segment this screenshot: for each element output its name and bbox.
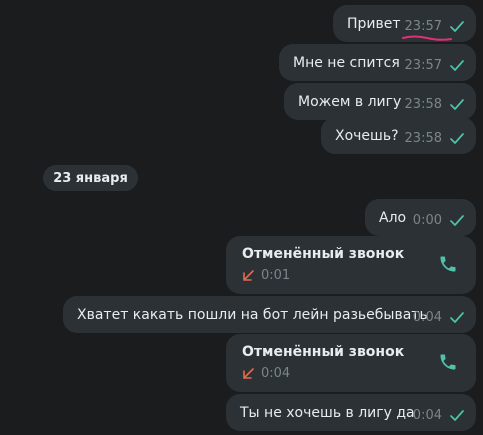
- message-meta: 23:58: [405, 131, 464, 146]
- message-bubble[interactable]: Мне не спится 23:57: [279, 44, 476, 81]
- message-bubble[interactable]: Ты не хочешь в лигу да 0:04: [226, 394, 476, 431]
- message-text: Хочешь?: [335, 128, 399, 144]
- message-text: Ало: [379, 210, 407, 226]
- message-time: 23:58: [404, 97, 442, 112]
- message-bubble[interactable]: Хватет какать пошли на бот лейн разьебыв…: [63, 296, 476, 333]
- call-duration: 0:04: [261, 366, 291, 381]
- message-time: 23:58: [404, 131, 442, 146]
- message-text: Хватет какать пошли на бот лейн разьебыв…: [77, 307, 428, 323]
- message-time: 0:04: [412, 310, 442, 325]
- message-text: Мне не спится: [293, 55, 400, 71]
- check-icon: [450, 312, 464, 323]
- call-duration: 0:01: [261, 268, 291, 283]
- message-time: 0:04: [412, 408, 442, 423]
- message-text: Ты не хочешь в лигу да: [240, 405, 415, 421]
- missed-call-arrow-icon: [243, 270, 254, 281]
- message-time: 23:57: [404, 19, 442, 34]
- call-info: 0:04: [242, 366, 290, 381]
- message-bubble[interactable]: Можем в лигу 23:58: [284, 83, 476, 120]
- check-icon: [450, 133, 464, 144]
- message-time: 23:57: [404, 58, 442, 73]
- message-time: 0:00: [412, 213, 442, 228]
- call-bubble[interactable]: Отменённый звонок 0:04: [226, 334, 476, 392]
- message-meta: 23:57: [405, 19, 464, 34]
- check-icon: [450, 21, 464, 32]
- phone-icon[interactable]: [438, 352, 458, 372]
- call-title: Отменённый звонок: [242, 344, 405, 360]
- call-info: 0:01: [242, 268, 290, 283]
- message-meta: 0:00: [413, 213, 464, 228]
- phone-icon[interactable]: [438, 254, 458, 274]
- message-bubble[interactable]: Ало 0:00: [365, 199, 476, 236]
- annotation-underline: [402, 35, 452, 41]
- message-meta: 0:04: [413, 310, 464, 325]
- message-text: Можем в лигу: [298, 94, 402, 110]
- date-label: 23 января: [53, 170, 128, 186]
- check-icon: [450, 60, 464, 71]
- date-separator: 23 января: [43, 165, 138, 191]
- message-meta: 0:04: [413, 408, 464, 423]
- check-icon: [450, 410, 464, 421]
- call-title: Отменённый звонок: [242, 246, 405, 262]
- message-bubble[interactable]: Хочешь? 23:58: [321, 117, 476, 154]
- call-bubble[interactable]: Отменённый звонок 0:01: [226, 236, 476, 294]
- check-icon: [450, 99, 464, 110]
- missed-call-arrow-icon: [243, 368, 254, 379]
- message-text: Привет: [347, 16, 401, 32]
- check-icon: [450, 215, 464, 226]
- message-meta: 23:58: [405, 97, 464, 112]
- message-meta: 23:57: [405, 58, 464, 73]
